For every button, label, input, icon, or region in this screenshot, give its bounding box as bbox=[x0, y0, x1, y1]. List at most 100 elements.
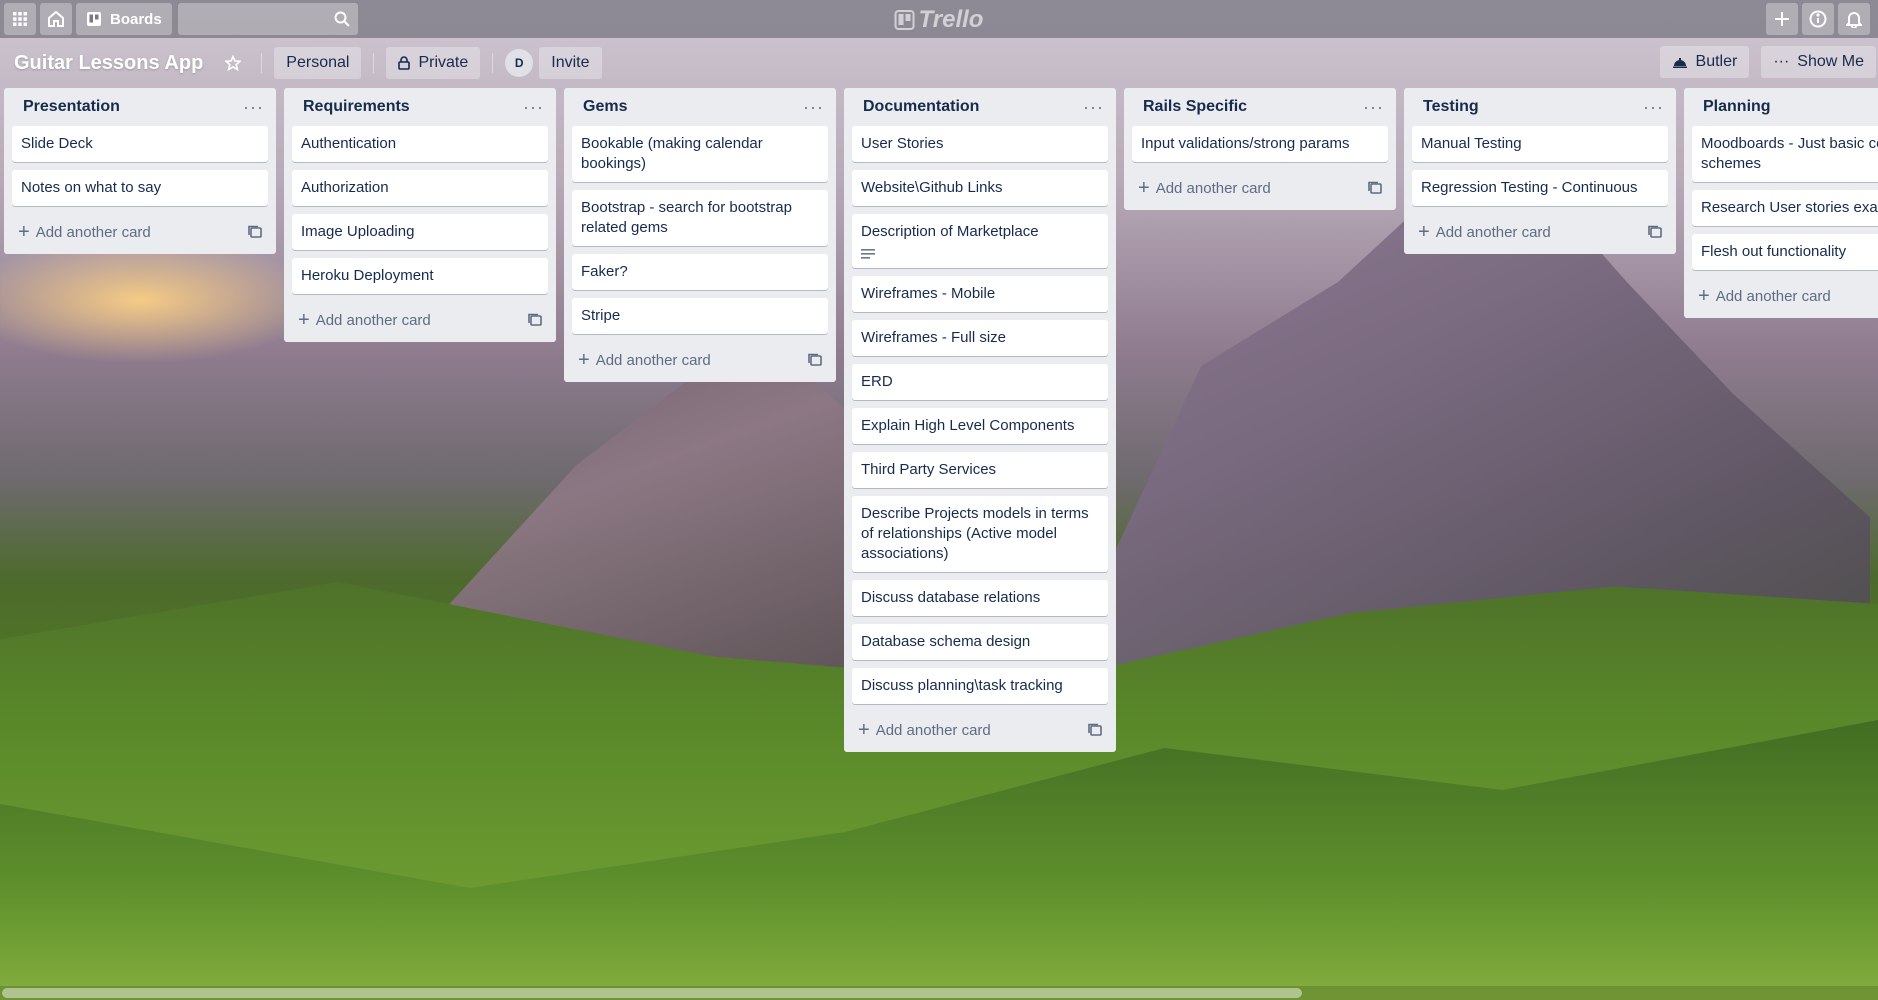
home-button[interactable] bbox=[40, 3, 72, 35]
privacy-label: Private bbox=[418, 54, 469, 71]
card-template-icon[interactable] bbox=[1648, 225, 1662, 239]
invite-button[interactable]: Invite bbox=[539, 47, 602, 79]
card[interactable]: Database schema design bbox=[852, 624, 1108, 660]
card-title: Moodboards - Just basic co schemes bbox=[1701, 135, 1878, 172]
privacy-button[interactable]: Private bbox=[386, 47, 481, 79]
card[interactable]: Slide Deck bbox=[12, 126, 268, 162]
grid-icon bbox=[13, 12, 27, 26]
card[interactable]: Heroku Deployment bbox=[292, 258, 548, 294]
list-title[interactable]: Documentation bbox=[863, 98, 979, 116]
add-card-button[interactable]: + Add another card bbox=[1692, 278, 1878, 314]
add-card-left: + Add another card bbox=[1138, 178, 1271, 198]
boards-button[interactable]: Boards bbox=[76, 3, 172, 35]
list-rails-specific[interactable]: Rails Specific ··· Input validations/stron… bbox=[1124, 88, 1396, 210]
card[interactable]: Authentication bbox=[292, 126, 548, 162]
member-initial: D bbox=[514, 56, 524, 70]
list-title[interactable]: Requirements bbox=[303, 98, 410, 116]
add-card-label: Add another card bbox=[1155, 179, 1271, 197]
card[interactable]: Research User stories exam bbox=[1692, 190, 1878, 226]
list-menu-icon[interactable]: ··· bbox=[1643, 97, 1664, 118]
card[interactable]: Describe Projects models in terms of rel… bbox=[852, 496, 1108, 572]
add-card-button[interactable]: + Add another card bbox=[572, 342, 828, 378]
card[interactable]: Discuss planning\task tracking bbox=[852, 668, 1108, 704]
card[interactable]: Authorization bbox=[292, 170, 548, 206]
show-menu-button[interactable]: ··· Show Me bbox=[1761, 46, 1876, 78]
search-input[interactable] bbox=[177, 3, 358, 35]
card[interactable]: Wireframes - Full size bbox=[852, 320, 1108, 356]
card[interactable]: Faker? bbox=[572, 254, 828, 290]
butler-button[interactable]: Butler bbox=[1659, 46, 1750, 78]
card[interactable]: User Stories bbox=[852, 126, 1108, 162]
add-card-button[interactable]: + Add another card bbox=[292, 302, 548, 338]
trello-logo[interactable]: Trello bbox=[894, 6, 983, 34]
card[interactable]: Manual Testing bbox=[1412, 126, 1668, 162]
card-title: Discuss database relations bbox=[861, 589, 1041, 606]
card[interactable]: Wireframes - Mobile bbox=[852, 276, 1108, 312]
card[interactable]: Bookable (making calendar bookings) bbox=[572, 126, 828, 182]
list-header: Presentation ··· bbox=[12, 88, 268, 126]
card-template-icon[interactable] bbox=[1368, 181, 1382, 195]
list-presentation[interactable]: Presentation ··· Slide Deck Notes on what t… bbox=[4, 88, 276, 254]
card-template-icon[interactable] bbox=[248, 225, 262, 239]
app-switcher-button[interactable] bbox=[4, 3, 36, 35]
list-title[interactable]: Gems bbox=[583, 98, 627, 116]
list-documentation[interactable]: Documentation ··· User Stories Website\Gith… bbox=[844, 88, 1116, 752]
card[interactable]: Input validations/strong params bbox=[1132, 126, 1388, 162]
card[interactable]: Regression Testing - Continuous bbox=[1412, 170, 1668, 206]
card[interactable]: ERD bbox=[852, 364, 1108, 400]
list-header: Gems ··· bbox=[572, 88, 828, 126]
list-menu-icon[interactable]: ··· bbox=[523, 97, 544, 118]
horizontal-scrollbar[interactable] bbox=[0, 986, 1878, 1000]
lock-icon bbox=[398, 56, 411, 70]
card[interactable]: Explain High Level Components bbox=[852, 408, 1108, 444]
list-menu-icon[interactable]: ··· bbox=[1363, 97, 1384, 118]
card[interactable]: Website\Github Links bbox=[852, 170, 1108, 206]
card-template-icon[interactable] bbox=[528, 313, 542, 327]
list-gems[interactable]: Gems ··· Bookable (making calendar booking… bbox=[564, 88, 836, 382]
list-title[interactable]: Planning bbox=[1703, 98, 1771, 116]
card-title: Image Uploading bbox=[301, 223, 415, 240]
add-card-left: + Add another card bbox=[578, 350, 711, 370]
list-menu-icon[interactable]: ··· bbox=[803, 97, 824, 118]
board-title[interactable]: Guitar Lessons App bbox=[14, 52, 203, 75]
card[interactable]: Notes on what to say bbox=[12, 170, 268, 206]
top-nav-bar: Boards Trello bbox=[0, 0, 1878, 38]
list-title[interactable]: Presentation bbox=[23, 98, 120, 116]
card[interactable]: Description of Marketplace bbox=[852, 214, 1108, 268]
list-menu-icon[interactable]: ··· bbox=[1083, 97, 1104, 118]
card-title: Input validations/strong params bbox=[1141, 135, 1350, 152]
list-title[interactable]: Testing bbox=[1423, 98, 1479, 116]
card[interactable]: Third Party Services bbox=[852, 452, 1108, 488]
card-title: Description of Marketplace bbox=[861, 223, 1039, 240]
card[interactable]: Moodboards - Just basic co schemes bbox=[1692, 126, 1878, 182]
card[interactable]: Flesh out functionality bbox=[1692, 234, 1878, 270]
card[interactable]: Discuss database relations bbox=[852, 580, 1108, 616]
card[interactable]: Stripe bbox=[572, 298, 828, 334]
card-title: Bookable (making calendar bookings) bbox=[581, 135, 763, 172]
add-card-button[interactable]: + Add another card bbox=[1412, 214, 1668, 250]
list-requirements[interactable]: Requirements ··· Authentication Authorizati… bbox=[284, 88, 556, 342]
info-button[interactable] bbox=[1802, 3, 1834, 35]
team-visibility-button[interactable]: Personal bbox=[274, 47, 362, 79]
member-avatar[interactable]: D bbox=[505, 49, 534, 77]
add-card-button[interactable]: + Add another card bbox=[852, 712, 1108, 748]
card-template-icon[interactable] bbox=[808, 353, 822, 367]
list-menu-icon[interactable]: ··· bbox=[243, 97, 264, 118]
list-planning[interactable]: Planning··· Moodboards - Just basic co sc… bbox=[1684, 88, 1878, 318]
add-card-button[interactable]: + Add another card bbox=[1132, 170, 1388, 206]
card[interactable]: Image Uploading bbox=[292, 214, 548, 250]
card[interactable]: Bootstrap - search for bootstrap related… bbox=[572, 190, 828, 246]
plus-icon: + bbox=[1418, 221, 1430, 243]
card-title: Manual Testing bbox=[1421, 135, 1522, 152]
description-icon bbox=[861, 249, 875, 259]
card-template-icon[interactable] bbox=[1088, 723, 1102, 737]
list-testing[interactable]: Testing ··· Manual Testing Regression Testi… bbox=[1404, 88, 1676, 254]
card-title: Bootstrap - search for bootstrap related… bbox=[581, 199, 792, 236]
list-title[interactable]: Rails Specific bbox=[1143, 98, 1247, 116]
create-button[interactable] bbox=[1766, 3, 1798, 35]
add-card-button[interactable]: + Add another card bbox=[12, 214, 268, 250]
star-board-button[interactable] bbox=[217, 47, 249, 79]
board-lists: Presentation ··· Slide Deck Notes on what t… bbox=[4, 88, 1878, 978]
scrollbar-thumb[interactable] bbox=[2, 988, 1302, 998]
notifications-button[interactable] bbox=[1838, 3, 1870, 35]
